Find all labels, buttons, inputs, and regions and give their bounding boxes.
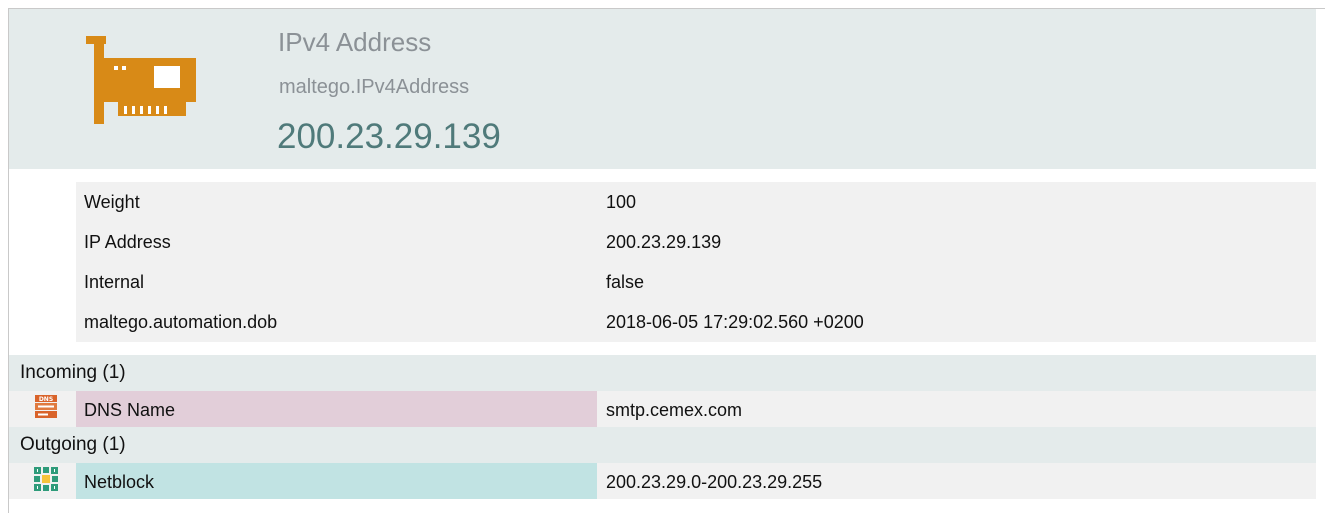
svg-text:DNS: DNS [39, 396, 53, 403]
outgoing-section-header: Outgoing (1) [9, 427, 1316, 463]
property-value: 2018-06-05 17:29:02.560 +0200 [606, 312, 864, 332]
properties-table: Weight 100 IP Address 200.23.29.139 Inte… [76, 182, 1316, 342]
property-value: 100 [606, 192, 637, 212]
dns-server-icon: DNS [35, 395, 57, 418]
property-row: Internal false [76, 262, 1316, 302]
link-value: 200.23.29.0-200.23.29.255 [606, 472, 823, 492]
property-value: 200.23.29.139 [606, 232, 722, 252]
link-type-cell: DNS Name [76, 391, 597, 427]
link-value: smtp.cemex.com [606, 400, 743, 420]
property-key: Internal [84, 272, 145, 292]
link-type-label: DNS Name [84, 400, 176, 420]
entity-header [9, 9, 1316, 169]
link-type-label: Netblock [84, 472, 155, 492]
property-value: false [606, 272, 645, 292]
incoming-link-row[interactable]: DNS DNS Name smtp.cemex.com [9, 391, 1316, 427]
property-key: IP Address [84, 232, 171, 252]
property-key: Weight [84, 192, 140, 212]
netblock-icon [34, 467, 58, 491]
incoming-section-header: Incoming (1) [9, 355, 1316, 391]
outgoing-link-row[interactable]: Netblock 200.23.29.0-200.23.29.255 [9, 463, 1316, 499]
network-card-icon [86, 36, 196, 124]
property-row: maltego.automation.dob 2018-06-05 17:29:… [76, 302, 1316, 342]
incoming-heading: Incoming (1) [20, 362, 126, 383]
property-key: maltego.automation.dob [84, 312, 278, 332]
entity-value: 200.23.29.139 [277, 117, 501, 156]
entity-type-id: maltego.IPv4Address [279, 76, 470, 98]
entity-type-label: IPv4 Address [278, 27, 432, 57]
property-row: IP Address 200.23.29.139 [76, 222, 1316, 262]
link-type-cell: Netblock [76, 463, 597, 499]
outgoing-heading: Outgoing (1) [20, 434, 126, 455]
property-row: Weight 100 [76, 182, 1316, 222]
